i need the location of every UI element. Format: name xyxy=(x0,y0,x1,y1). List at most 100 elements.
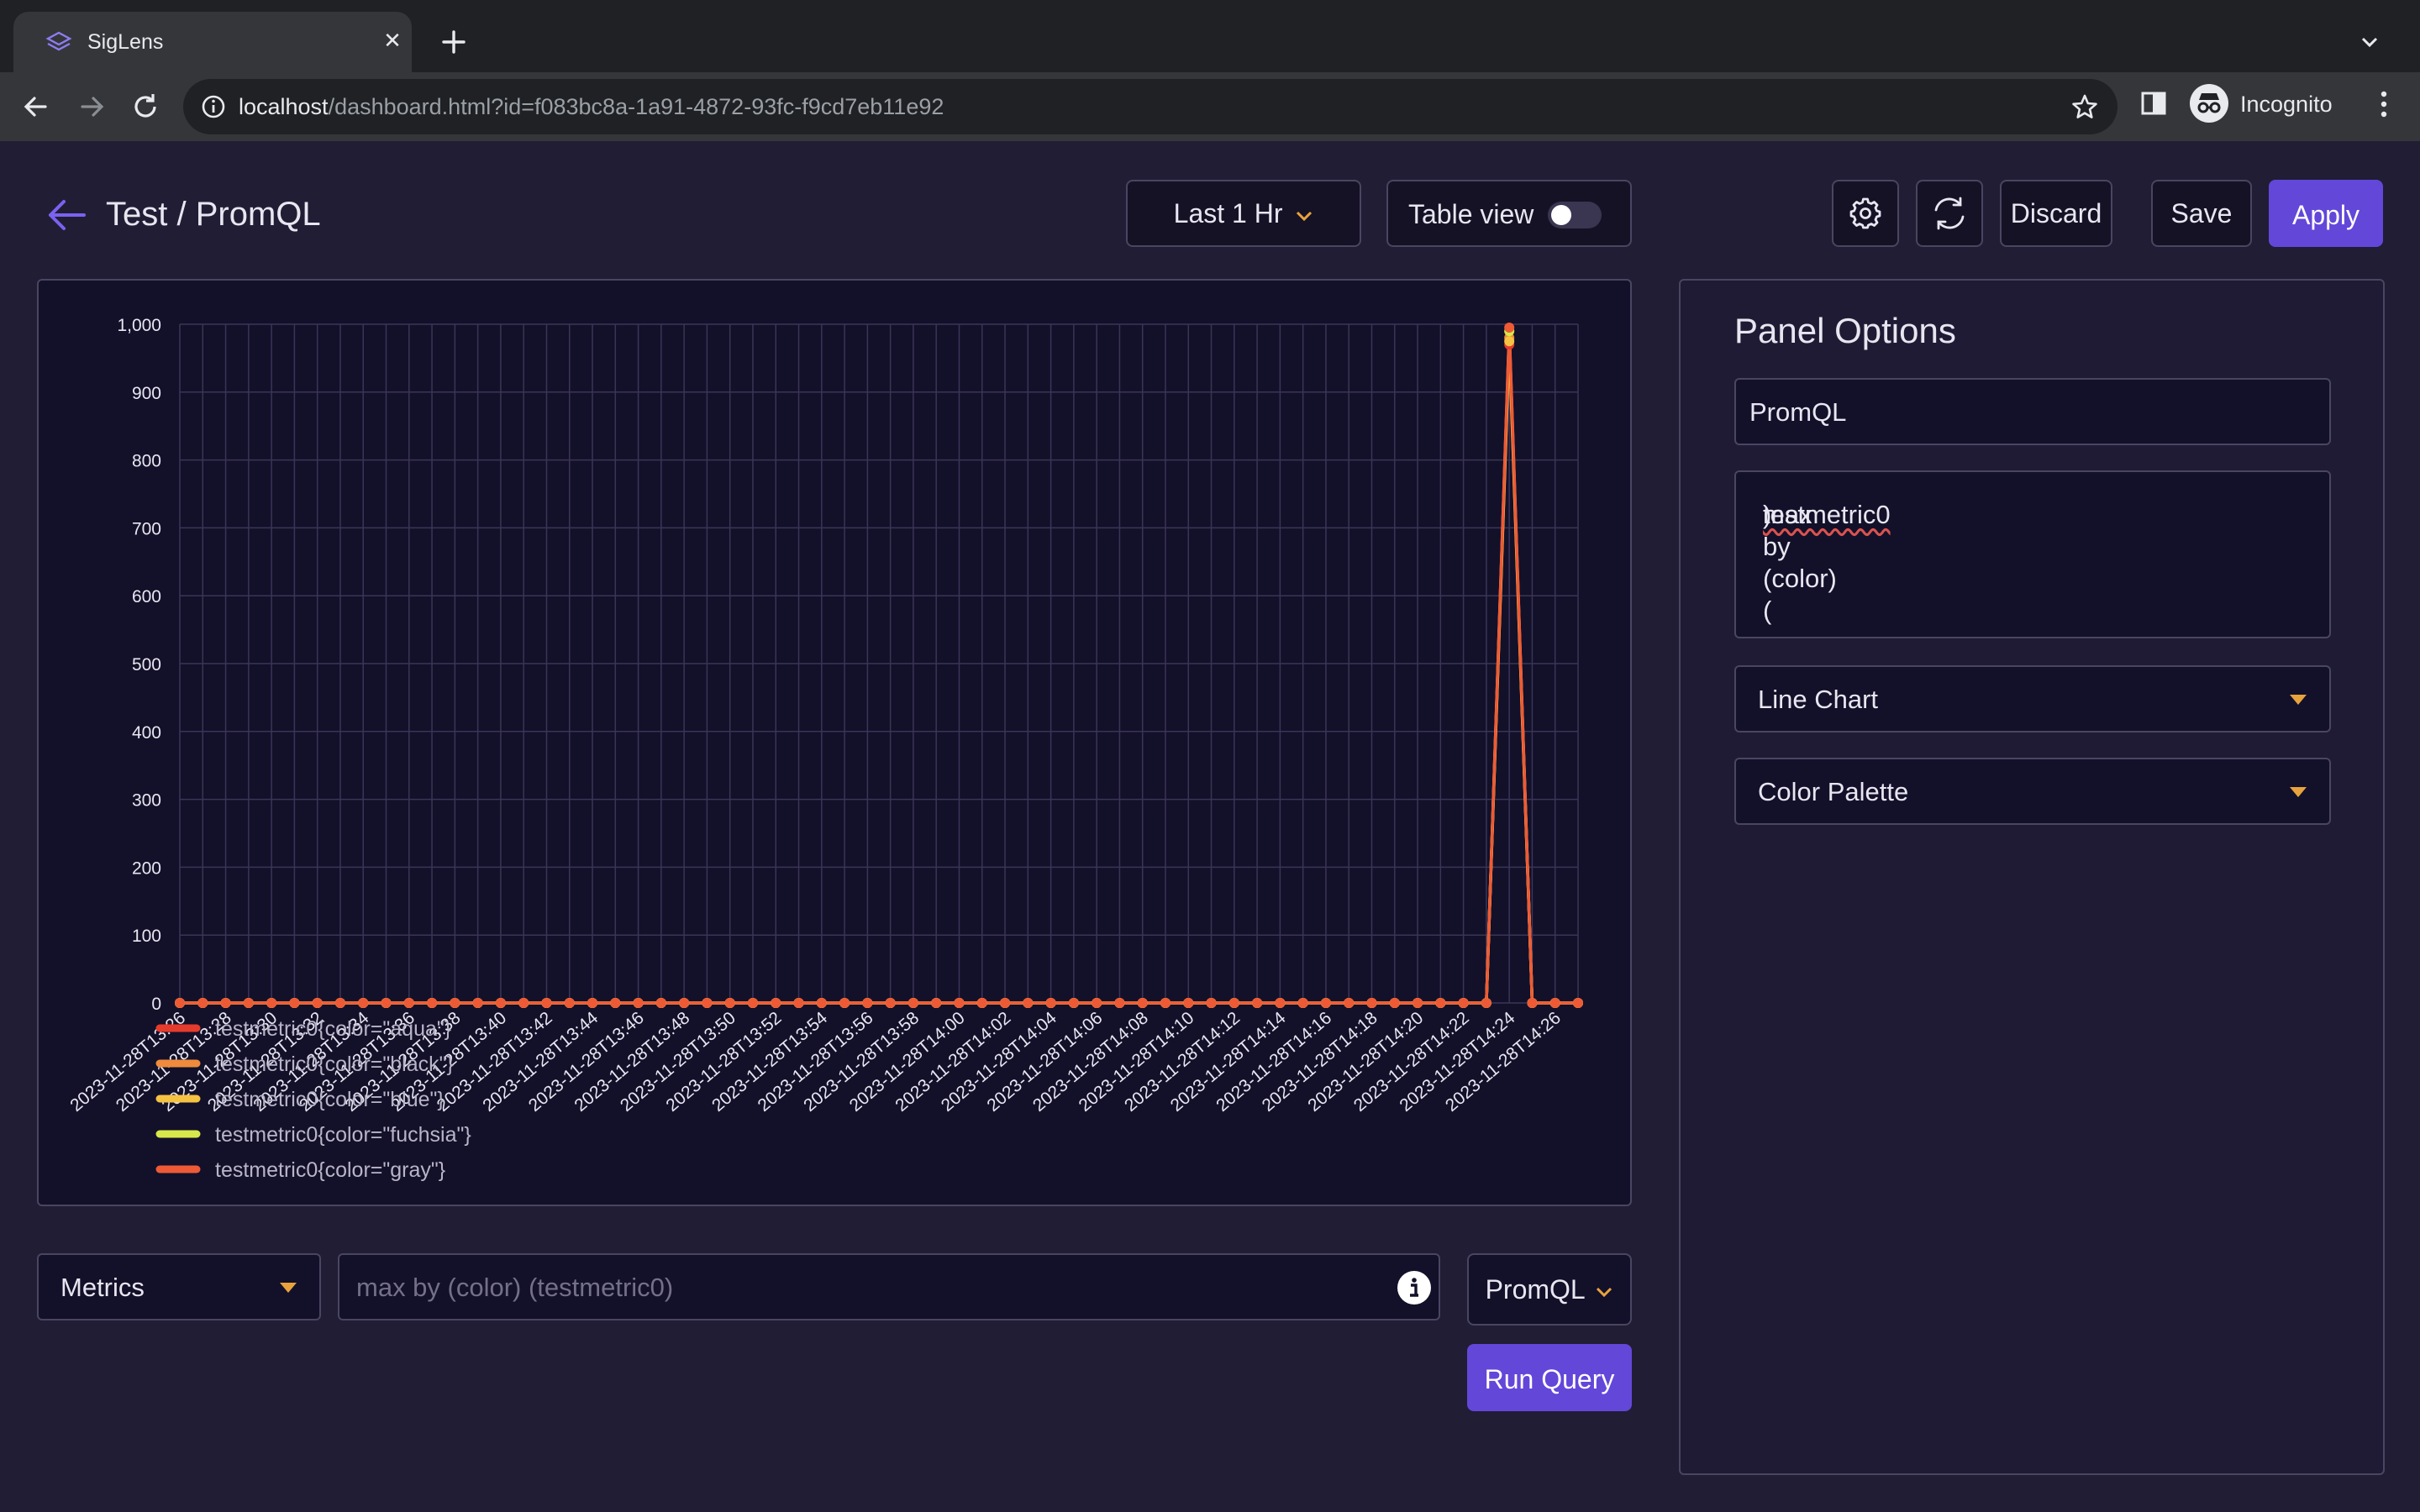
chart-panel: 1,000 900 800 700 600 500 400 300 200 100 0 2023-11… xyxy=(37,279,1632,1206)
data-point xyxy=(610,998,621,1008)
panel-query-textarea[interactable]: max by (color) (testmetric0) xyxy=(1734,470,2331,638)
data-point xyxy=(1023,998,1034,1008)
save-button[interactable]: Save xyxy=(2151,180,2252,247)
dashboard-editor: Test / PromQL Last 1 Hr Table view Disca… xyxy=(0,141,2420,1512)
legend-label: testmetric0{color="fuchsia"} xyxy=(215,1123,471,1147)
data-point xyxy=(381,998,392,1008)
toggle-switch[interactable] xyxy=(1548,202,1602,228)
caret-down-icon xyxy=(2290,695,2307,705)
chevron-down-icon xyxy=(1597,1287,1612,1297)
y-tick-label: 700 xyxy=(132,519,161,538)
series-line xyxy=(180,329,1578,1005)
back-arrow-icon[interactable] xyxy=(45,197,87,234)
browser-menu-icon[interactable] xyxy=(2371,89,2396,119)
data-point xyxy=(885,998,896,1008)
close-tab-icon[interactable]: ✕ xyxy=(380,29,405,54)
siglens-logo-icon xyxy=(45,31,72,51)
data-point xyxy=(1504,336,1515,347)
y-tick-label: 400 xyxy=(132,723,161,743)
series-line xyxy=(180,343,1578,1005)
data-point xyxy=(289,998,300,1008)
data-point xyxy=(197,998,208,1008)
info-icon[interactable] xyxy=(1397,1270,1432,1305)
y-tick-label: 200 xyxy=(132,858,161,878)
series-line xyxy=(180,336,1578,1005)
y-tick-label: 300 xyxy=(132,791,161,811)
data-point xyxy=(1275,998,1286,1008)
data-point xyxy=(839,998,850,1008)
data-point xyxy=(175,998,185,1008)
caret-down-icon xyxy=(2290,787,2307,797)
data-point xyxy=(1320,998,1331,1008)
query-suffix: ) xyxy=(1763,500,1772,529)
reload-icon[interactable] xyxy=(126,87,165,126)
line-chart[interactable]: 1,00090080070060050040030020010002023-11… xyxy=(39,281,1634,1208)
data-point xyxy=(312,998,323,1008)
data-point xyxy=(1183,998,1194,1008)
incognito-label: Incognito xyxy=(2240,92,2333,117)
time-range-picker[interactable]: Last 1 Hr xyxy=(1126,180,1361,247)
browser-tab-bar: SigLens ✕ xyxy=(0,0,2420,72)
back-icon[interactable] xyxy=(17,87,55,126)
discard-button[interactable]: Discard xyxy=(2000,180,2112,247)
query-language-select[interactable]: PromQL xyxy=(1467,1253,1632,1326)
tab-title: SigLens xyxy=(87,30,164,54)
refresh-icon xyxy=(1934,197,1965,230)
incognito-icon xyxy=(2190,84,2228,123)
panel-name-input[interactable]: PromQL xyxy=(1734,378,2331,445)
chart-type-select[interactable]: Line Chart xyxy=(1734,665,2331,732)
panel-options: Panel Options PromQL max by (color) (tes… xyxy=(1679,279,2385,1475)
data-point xyxy=(1458,998,1469,1008)
data-point xyxy=(403,998,414,1008)
color-palette-select[interactable]: Color Palette xyxy=(1734,758,2331,825)
chevron-down-icon[interactable] xyxy=(2356,29,2383,55)
data-point xyxy=(1297,998,1308,1008)
data-point xyxy=(587,998,598,1008)
data-point xyxy=(954,998,965,1008)
side-panel-icon[interactable] xyxy=(2139,89,2168,118)
refresh-button[interactable] xyxy=(1916,180,1983,247)
table-view-label: Table view xyxy=(1408,199,1534,229)
data-source-label: Metrics xyxy=(60,1273,145,1302)
forward-icon[interactable] xyxy=(72,87,111,126)
data-point xyxy=(862,998,873,1008)
new-tab-icon[interactable] xyxy=(437,25,471,59)
browser-toolbar: localhost/dashboard.html?id=f083bc8a-1a9… xyxy=(0,72,2420,141)
series-line xyxy=(180,339,1578,1005)
data-point xyxy=(1092,998,1102,1008)
browser-tab[interactable]: SigLens ✕ xyxy=(13,12,412,72)
data-point xyxy=(1573,998,1583,1008)
site-info-icon[interactable] xyxy=(200,93,227,120)
query-input[interactable]: max by (color) (testmetric0) xyxy=(338,1253,1440,1320)
data-point xyxy=(655,998,666,1008)
incognito-indicator[interactable]: Incognito xyxy=(2188,82,2338,126)
color-palette-label: Color Palette xyxy=(1758,777,1909,806)
data-point xyxy=(1114,998,1125,1008)
data-point xyxy=(427,998,438,1008)
y-tick-label: 900 xyxy=(132,384,161,403)
legend-label: testmetric0{color="blue"} xyxy=(215,1088,445,1111)
data-point xyxy=(702,998,713,1008)
apply-button[interactable]: Apply xyxy=(2269,180,2383,247)
table-view-toggle[interactable]: Table view xyxy=(1386,180,1632,247)
data-point xyxy=(541,998,552,1008)
data-source-select[interactable]: Metrics xyxy=(37,1253,321,1320)
data-point xyxy=(1389,998,1400,1008)
data-point xyxy=(495,998,506,1008)
data-point xyxy=(1068,998,1079,1008)
url-host: localhost xyxy=(239,94,329,119)
data-point xyxy=(1435,998,1446,1008)
query-metric: testmetric0 xyxy=(1763,500,1891,529)
legend-label: testmetric0{color="gray"} xyxy=(215,1158,445,1182)
data-point xyxy=(724,998,735,1008)
data-point xyxy=(220,998,231,1008)
data-point xyxy=(679,998,690,1008)
bookmark-star-icon[interactable] xyxy=(2070,92,2099,121)
data-point xyxy=(771,998,781,1008)
address-bar[interactable]: localhost/dashboard.html?id=f083bc8a-1a9… xyxy=(183,79,2118,134)
settings-button[interactable] xyxy=(1832,180,1899,247)
run-query-button[interactable]: Run Query xyxy=(1467,1344,1632,1411)
data-point xyxy=(633,998,644,1008)
data-point xyxy=(450,998,460,1008)
toggle-knob xyxy=(1551,205,1571,225)
